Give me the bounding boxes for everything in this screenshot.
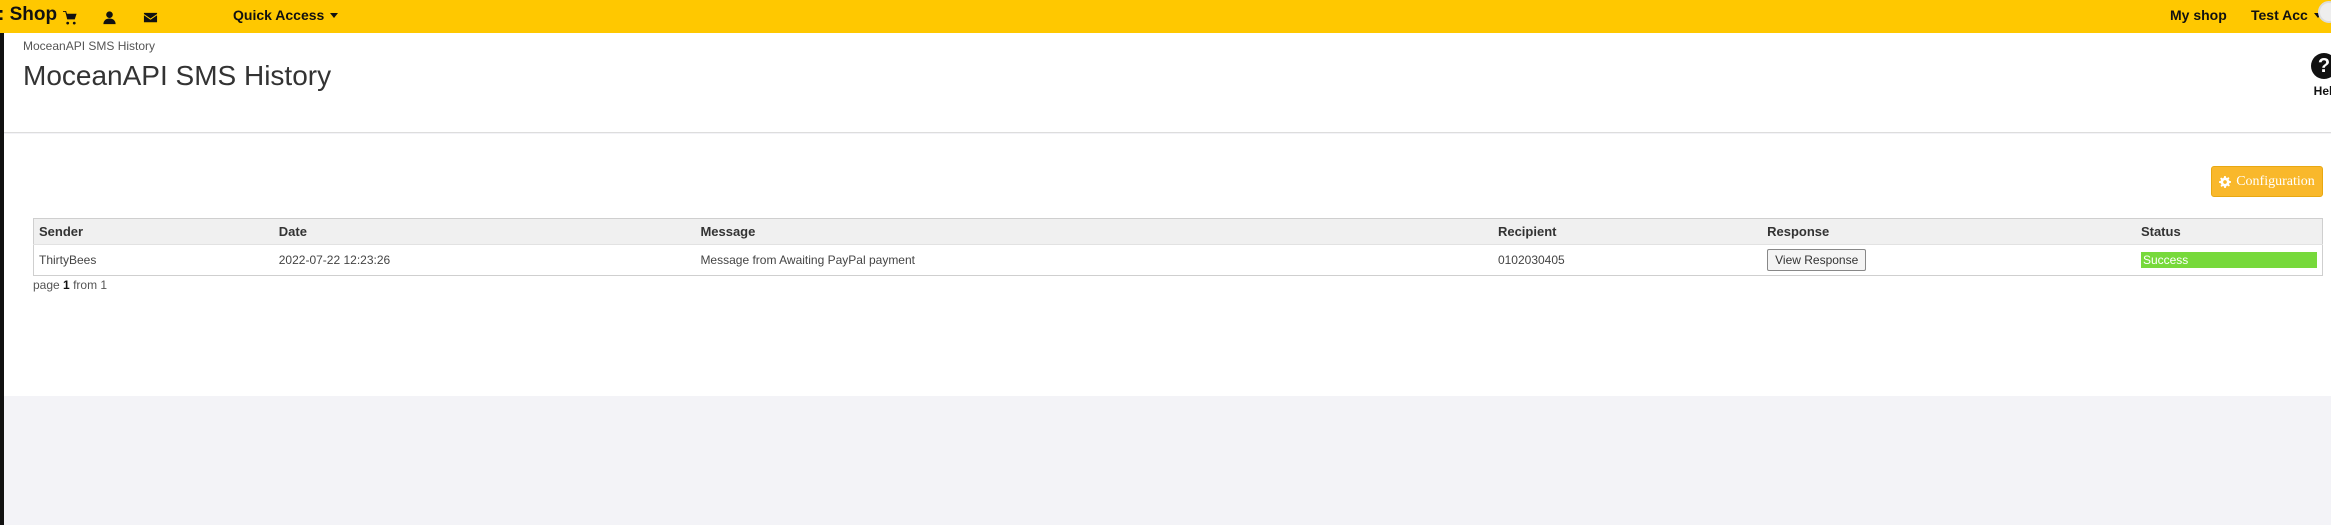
pagination: page 1 from 1 bbox=[33, 278, 107, 292]
cell-response: View Response bbox=[1762, 244, 2136, 276]
cell-status: Success bbox=[2135, 244, 2323, 276]
gear-icon bbox=[2219, 175, 2232, 188]
help-label: Hel bbox=[2313, 84, 2331, 98]
quick-access-menu[interactable]: Quick Access bbox=[233, 7, 339, 23]
question-circle-icon: ? bbox=[2311, 53, 2331, 79]
help-button[interactable]: ? Hel bbox=[2311, 53, 2331, 98]
pagination-current: 1 bbox=[63, 278, 70, 292]
account-menu[interactable]: Test Acc bbox=[2251, 7, 2322, 23]
account-label: Test Acc bbox=[2251, 7, 2308, 23]
column-header-recipient: Recipient bbox=[1492, 218, 1763, 245]
pagination-prefix: page bbox=[33, 278, 60, 292]
configuration-button[interactable]: Configuration bbox=[2211, 166, 2323, 197]
user-icon[interactable] bbox=[100, 8, 118, 26]
column-header-status: Status bbox=[2135, 218, 2323, 245]
column-header-response: Response bbox=[1762, 218, 2136, 245]
configuration-label: Configuration bbox=[2236, 173, 2315, 189]
cell-recipient: 0102030405 bbox=[1492, 244, 1763, 276]
column-header-message: Message bbox=[695, 218, 1493, 245]
column-header-sender: Sender bbox=[33, 218, 274, 245]
column-header-date: Date bbox=[273, 218, 696, 245]
cell-sender: ThirtyBees bbox=[33, 244, 274, 276]
my-shop-link[interactable]: My shop bbox=[2170, 7, 2227, 23]
envelope-icon[interactable] bbox=[141, 8, 159, 26]
sms-history-table: Sender Date Message Recipient Response S… bbox=[33, 218, 2323, 276]
pagination-total: 1 bbox=[100, 278, 108, 292]
status-badge: Success bbox=[2140, 252, 2317, 268]
page-header: MoceanAPI SMS History MoceanAPI SMS Hist… bbox=[4, 33, 2331, 133]
table-header-row: Sender Date Message Recipient Response S… bbox=[33, 218, 2323, 245]
breadcrumb[interactable]: MoceanAPI SMS History bbox=[23, 39, 155, 53]
cell-date: 2022-07-22 12:23:26 bbox=[273, 244, 696, 276]
pagination-separator: from bbox=[73, 278, 98, 292]
cell-message: Message from Awaiting PayPal payment bbox=[695, 244, 1493, 276]
shop-brand[interactable]: : Shop bbox=[0, 4, 57, 26]
cart-icon[interactable] bbox=[61, 8, 79, 26]
content-panel: Configuration Sender Date Message Recipi… bbox=[4, 134, 2331, 396]
view-response-button[interactable]: View Response bbox=[1767, 249, 1867, 271]
page-title: MoceanAPI SMS History bbox=[23, 60, 332, 91]
top-navigation-bar: : Shop Quick Access My shop Test Acc bbox=[0, 0, 2331, 33]
quick-access-label: Quick Access bbox=[233, 7, 325, 23]
table-row: ThirtyBees 2022-07-22 12:23:26 Message f… bbox=[33, 244, 2323, 276]
chevron-down-icon bbox=[330, 12, 339, 18]
